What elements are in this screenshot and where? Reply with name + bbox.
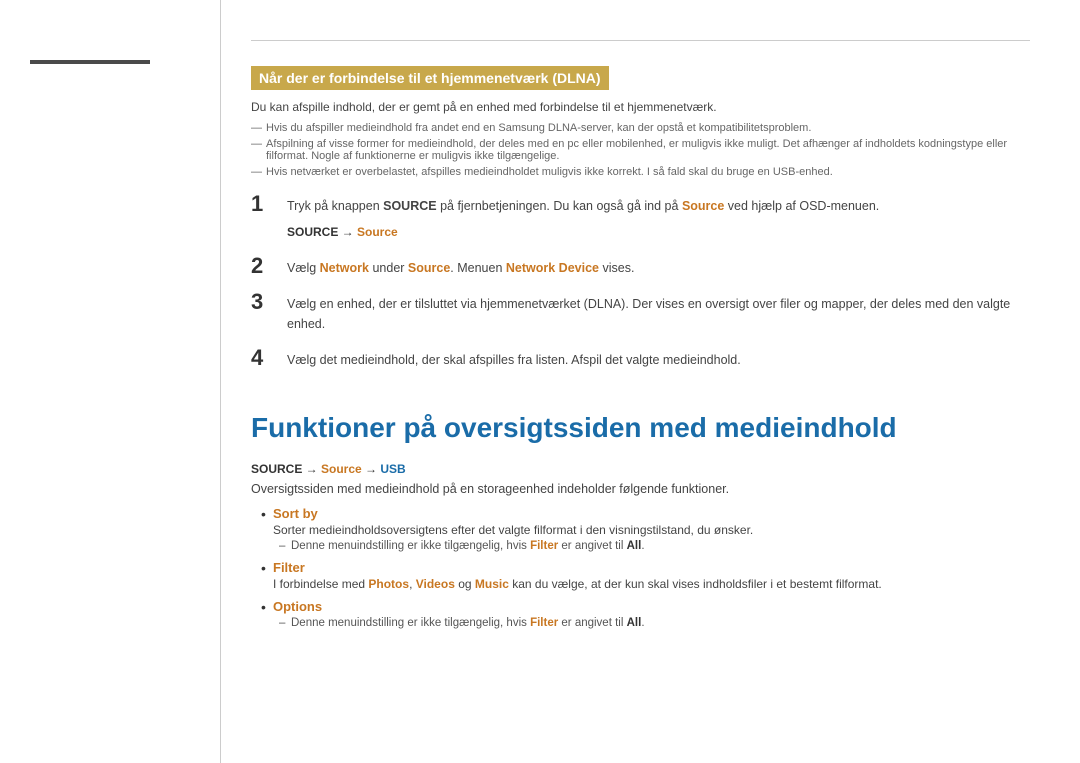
step1-source-link: Source	[682, 199, 724, 213]
subnote2-text-end: .	[641, 617, 644, 629]
feature-sortby-name: Sort by	[273, 506, 318, 521]
steps: 1 Tryk på knappen SOURCE på fjernbetjeni…	[251, 192, 1030, 371]
step-3-content: Vælg en enhed, der er tilsluttet via hje…	[287, 290, 1030, 334]
subnote2-filter: Filter	[530, 617, 558, 629]
feature-sortby: Sort by Sorter medieindholdsoversigtens …	[261, 506, 1030, 552]
step2-text-after: . Menuen	[450, 261, 506, 275]
step1-text-after: ved hjælp af OSD-menuen.	[724, 199, 879, 213]
step-1-content: Tryk på knappen SOURCE på fjernbetjening…	[287, 192, 879, 242]
note2: Afspilning af visse former for medieindh…	[251, 138, 1030, 162]
subnote1-text-end: .	[641, 540, 644, 552]
top-line	[251, 40, 1030, 41]
s2-source-label1: SOURCE	[251, 462, 302, 476]
sidebar-bar	[30, 60, 150, 64]
step-4: 4 Vælg det medieindhold, der skal afspil…	[251, 346, 1030, 370]
feature-filter-desc: I forbindelse med Photos, Videos og Musi…	[273, 577, 1030, 591]
feature-list: Sort by Sorter medieindholdsoversigtens …	[251, 506, 1030, 629]
feature-sortby-subnote: Denne menuindstilling er ikke tilgængeli…	[273, 540, 1030, 552]
main-content: Når der er forbindelse til et hjemmenetv…	[220, 0, 1080, 763]
step-4-number: 4	[251, 346, 279, 370]
feature-filter: Filter I forbindelse med Photos, Videos …	[261, 560, 1030, 591]
step1-text-middle: på fjernbetjeningen. Du kan også gå ind …	[437, 199, 682, 213]
step-3: 3 Vælg en enhed, der er tilsluttet via h…	[251, 290, 1030, 334]
step-1-number: 1	[251, 192, 279, 216]
filter-desc-before: I forbindelse med	[273, 577, 368, 591]
section2: Funktioner på oversigtssiden med mediein…	[251, 411, 1030, 630]
feature-options-subnote: Denne menuindstilling er ikke tilgængeli…	[273, 617, 1030, 629]
subnote2-all: All	[627, 617, 642, 629]
step1-bold1: SOURCE	[383, 199, 436, 213]
step-1: 1 Tryk på knappen SOURCE på fjernbetjeni…	[251, 192, 1030, 242]
s2-source-orange: Source	[321, 462, 362, 476]
filter-music: Music	[475, 577, 509, 591]
feature-options-name: Options	[273, 599, 322, 614]
section2-heading: Funktioner på oversigtssiden med mediein…	[251, 411, 1030, 445]
feature-filter-name: Filter	[273, 560, 305, 575]
filter-comma1: ,	[409, 577, 416, 591]
step-2-content: Vælg Network under Source. Menuen Networ…	[287, 254, 634, 278]
section1: Når der er forbindelse til et hjemmenetv…	[251, 66, 1030, 371]
subnote1-text-middle: er angivet til	[558, 540, 626, 552]
step1-text-before: Tryk på knappen	[287, 199, 383, 213]
filter-photos: Photos	[368, 577, 409, 591]
section1-intro: Du kan afspille indhold, der er gemt på …	[251, 100, 1030, 114]
feature-options: Options Denne menuindstilling er ikke ti…	[261, 599, 1030, 629]
note1: Hvis du afspiller medieindhold fra andet…	[251, 122, 1030, 134]
step-2-number: 2	[251, 254, 279, 278]
step2-network: Network	[320, 261, 369, 275]
step2-text-end: vises.	[599, 261, 634, 275]
page: Når der er forbindelse til et hjemmenetv…	[0, 0, 1080, 763]
subnote1-filter: Filter	[530, 540, 558, 552]
note3: Hvis netværket er overbelastet, afspille…	[251, 166, 1030, 178]
filter-og: og	[455, 577, 475, 591]
subnote1-text-before: Denne menuindstilling er ikke tilgængeli…	[291, 540, 530, 552]
step-4-content: Vælg det medieindhold, der skal afspille…	[287, 346, 741, 370]
subnote1-all: All	[627, 540, 642, 552]
section2-source-line: SOURCE → Source → USB	[251, 462, 1030, 476]
source-label1: SOURCE	[287, 225, 338, 239]
section2-overview: Oversigtssiden med medieindhold på en st…	[251, 482, 1030, 496]
step-2: 2 Vælg Network under Source. Menuen Netw…	[251, 254, 1030, 278]
s2-arrow1: →	[302, 462, 321, 476]
step-3-number: 3	[251, 290, 279, 314]
subnote2-text-middle: er angivet til	[558, 617, 626, 629]
step2-network-device: Network Device	[506, 261, 599, 275]
step1-source-line: SOURCE → Source	[287, 225, 398, 239]
filter-videos: Videos	[416, 577, 455, 591]
sidebar	[0, 0, 220, 763]
section1-heading: Når der er forbindelse til et hjemmenetv…	[251, 66, 609, 90]
s2-arrow2: →	[362, 462, 381, 476]
s2-usb: USB	[380, 462, 405, 476]
source-orange1: Source	[357, 225, 398, 239]
subnote2-text-before: Denne menuindstilling er ikke tilgængeli…	[291, 617, 530, 629]
feature-sortby-desc: Sorter medieindholdsoversigtens efter de…	[273, 523, 1030, 537]
filter-desc-after: kan du vælge, at der kun skal vises indh…	[509, 577, 882, 591]
step2-text-middle: under	[369, 261, 408, 275]
step2-text-before: Vælg	[287, 261, 320, 275]
arrow1: →	[338, 225, 357, 239]
step2-source: Source	[408, 261, 450, 275]
